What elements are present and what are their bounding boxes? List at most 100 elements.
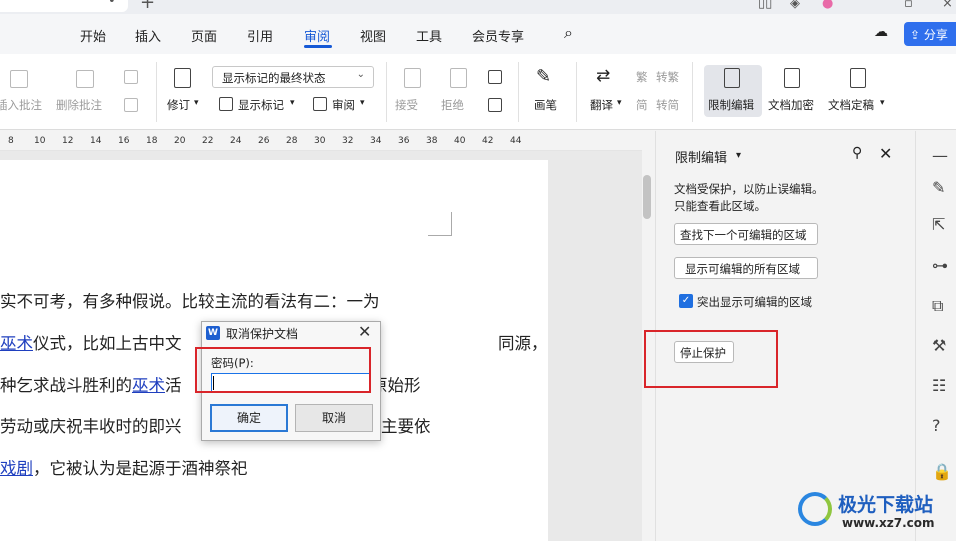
share-icon: ⇪ [910, 28, 924, 42]
chevron-down-icon: ▾ [360, 98, 365, 108]
menu-review[interactable]: 审阅 [304, 26, 330, 45]
chevron-down-icon[interactable]: ▾ [736, 150, 741, 161]
pen-button[interactable]: 画笔 [534, 97, 557, 113]
ai-image-icon[interactable]: ⧉ [932, 296, 943, 316]
ruler-tick: 34 [370, 136, 382, 146]
menu-view[interactable]: 视图 [360, 26, 386, 45]
markup-mode-value: 显示标记的最终状态 [222, 71, 326, 85]
doc-text: 种乞求战斗胜利的 [0, 376, 132, 395]
doc-link[interactable]: 戏剧 [0, 459, 33, 478]
next-comment-icon[interactable] [124, 98, 138, 112]
ruler-tick: 18 [146, 136, 158, 146]
ruler-tick: 10 [34, 136, 46, 146]
next-change-icon[interactable] [488, 98, 502, 112]
ruler-tick: 12 [62, 136, 74, 146]
close-panel-icon[interactable]: ✕ [879, 144, 892, 163]
highlight-editable-checkbox[interactable]: ✓ [679, 294, 693, 308]
accept-button[interactable]: 接受 [395, 97, 418, 113]
collapse-icon[interactable]: — [932, 146, 948, 165]
doc-finalize-button[interactable]: 文档定稿 [828, 97, 874, 113]
menu-bar: 开始 插入 页面 引用 审阅 视图 工具 会员专享 ⌕ ☁ [0, 14, 956, 54]
pin-icon[interactable]: ⚲ [852, 145, 862, 161]
chevron-down-icon: ▾ [617, 98, 622, 108]
share-button[interactable]: ⇪ 分享 [904, 22, 956, 46]
close-dialog-icon[interactable]: ✕ [358, 322, 371, 341]
settings-slider-icon[interactable]: ⊶ [932, 256, 948, 275]
doc-text: 活 [165, 376, 182, 395]
doc-text: ，它被认为是起源于酒神祭祀 [33, 459, 248, 478]
book-icon[interactable]: ☷ [932, 376, 946, 395]
delete-comment-button[interactable]: 删除批注 [56, 97, 102, 113]
scrollbar-thumb[interactable] [643, 175, 651, 219]
pen-icon[interactable]: ✎ [932, 178, 945, 197]
cursor-icon[interactable]: ⇱ [932, 215, 945, 234]
chevron-down-icon: ⌄ [356, 69, 365, 80]
cancel-button[interactable]: 取消 [295, 404, 373, 432]
minimize-icon[interactable]: ▫ [904, 0, 913, 11]
watermark-name: 极光下载站 [838, 494, 934, 516]
window-layout-icon[interactable]: ▯▯ [758, 0, 772, 11]
reject-button[interactable]: 拒绝 [441, 97, 464, 113]
panel-title[interactable]: 限制编辑 [675, 147, 727, 166]
track-changes-button[interactable]: 修订 [167, 97, 190, 113]
active-tab-indicator [304, 45, 332, 48]
reject-icon [450, 68, 467, 88]
restrict-edit-button[interactable]: 限制编辑 [708, 97, 754, 113]
cloud-icon[interactable]: ☁ [874, 24, 888, 40]
accept-icon [404, 68, 421, 88]
highlight-annotation [195, 347, 371, 393]
track-changes-icon [174, 68, 191, 88]
separator [518, 62, 519, 122]
prev-change-icon[interactable] [488, 70, 502, 84]
chevron-down-icon: ▾ [880, 98, 885, 108]
ruler-tick: 32 [342, 136, 354, 146]
lock-icon[interactable]: 🔒 [932, 462, 952, 481]
tools-icon[interactable]: ⚒ [932, 336, 946, 355]
close-window-icon[interactable]: × [942, 0, 953, 11]
cube-icon[interactable]: ◈ [790, 0, 800, 11]
share-label: 分享 [923, 28, 948, 42]
doc-line-3: 种乞求战斗胜利的巫术活 [0, 372, 182, 396]
ruler-tick: 26 [258, 136, 270, 146]
finalize-doc-icon [850, 68, 866, 88]
search-icon[interactable]: ⌕ [564, 23, 573, 43]
menu-tools[interactable]: 工具 [416, 26, 442, 45]
doc-text: 仪式，比如上古中文 [33, 334, 182, 353]
chevron-down-icon: ▾ [194, 98, 199, 108]
doc-line-2: 巫术仪式，比如上古中文 [0, 330, 182, 354]
new-tab-icon[interactable]: + [140, 0, 155, 13]
ruler-tick: 40 [454, 136, 466, 146]
show-markup-button[interactable]: 显示标记 [238, 97, 284, 113]
avatar[interactable]: ● [822, 0, 833, 11]
menu-reference[interactable]: 引用 [247, 26, 273, 45]
translate-button[interactable]: 翻译 [590, 97, 613, 113]
prev-comment-icon[interactable] [124, 70, 138, 84]
find-next-editable-button[interactable]: 查找下一个可编辑的区域 [674, 223, 818, 245]
review-pane-button[interactable]: 审阅 [332, 97, 355, 113]
menu-member[interactable]: 会员专享 [472, 26, 524, 45]
pen-icon: ✎ [536, 66, 552, 87]
to-traditional-icon: 繁 [636, 70, 648, 84]
margin-corner-mark [428, 212, 452, 236]
menu-page[interactable]: 页面 [191, 26, 217, 45]
to-traditional-button[interactable]: 转繁 [656, 69, 679, 85]
ok-button[interactable]: 确定 [210, 404, 288, 432]
doc-link[interactable]: 巫术 [132, 376, 165, 395]
doc-line-4-tail: 主要依 [381, 417, 431, 436]
horizontal-ruler[interactable]: 8 10 12 14 16 18 20 22 24 26 28 30 32 34… [0, 131, 642, 151]
doc-link[interactable]: 巫术 [0, 334, 33, 353]
menu-insert[interactable]: 插入 [135, 26, 161, 45]
ruler-tick: 38 [426, 136, 438, 146]
markup-mode-select[interactable]: 显示标记的最终状态 ⌄ [212, 66, 374, 88]
menu-start[interactable]: 开始 [80, 26, 106, 45]
tab-close-icon[interactable]: • [108, 0, 116, 9]
show-all-editable-button[interactable]: 显示可编辑的所有区域 [674, 257, 818, 279]
help-icon[interactable]: ? [932, 416, 941, 435]
insert-comment-icon [10, 70, 28, 88]
doc-encrypt-button[interactable]: 文档加密 [768, 97, 814, 113]
panel-description: 只能查看此区域。 [674, 199, 766, 213]
ruler-tick: 20 [174, 136, 186, 146]
ruler-tick: 36 [398, 136, 410, 146]
to-simplified-button[interactable]: 转简 [656, 97, 679, 113]
insert-comment-button[interactable]: 插入批注 [0, 97, 42, 113]
